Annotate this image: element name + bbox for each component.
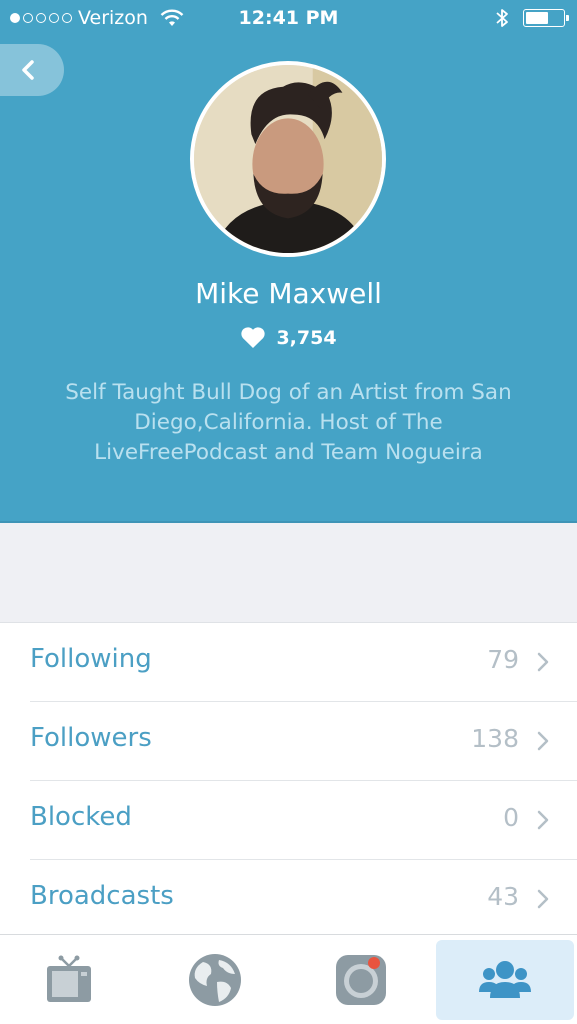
globe-icon <box>189 954 241 1006</box>
profile-photo <box>194 65 382 253</box>
stats-row-followers[interactable]: Followers 138 <box>30 702 577 781</box>
stats-row-label: Followers <box>30 723 152 753</box>
bluetooth-icon <box>496 9 508 27</box>
chevron-left-icon <box>22 60 34 80</box>
profile-name: Mike Maxwell <box>195 277 382 310</box>
profile-avatar <box>190 61 386 257</box>
tv-icon <box>47 955 91 1002</box>
chevron-right-icon <box>537 810 549 830</box>
status-time: 12:41 PM <box>238 7 339 29</box>
profile-bio: Self Taught Bull Dog of an Artist from S… <box>65 380 512 465</box>
status-bar: Verizon 12:41 PM <box>0 0 577 38</box>
profile-header: Verizon 12:41 PM Mike Maxwell 3,754 Self… <box>0 0 577 523</box>
camera-icon <box>336 955 386 1005</box>
stats-row-count: 79 <box>487 645 519 674</box>
chevron-right-icon <box>537 652 549 672</box>
tab-people[interactable] <box>436 940 574 1020</box>
stats-row-broadcasts[interactable]: Broadcasts 43 <box>30 860 577 939</box>
heart-icon <box>241 327 266 348</box>
stats-row-count: 43 <box>487 882 519 911</box>
chevron-right-icon <box>537 889 549 909</box>
stats-row-blocked[interactable]: Blocked 0 <box>30 781 577 860</box>
stats-row-following[interactable]: Following 79 <box>30 623 577 702</box>
tab-global[interactable] <box>146 940 284 1020</box>
tab-watch[interactable] <box>0 940 138 1020</box>
battery-icon <box>523 9 569 27</box>
stats-row-label: Broadcasts <box>30 881 174 911</box>
people-icon <box>479 961 531 998</box>
likes-count-row: 3,754 <box>0 326 577 349</box>
likes-count: 3,754 <box>276 326 337 349</box>
stats-row-label: Following <box>30 644 152 674</box>
tab-broadcast[interactable] <box>292 940 430 1020</box>
battery-fill <box>526 12 548 24</box>
stats-row-label: Blocked <box>30 802 132 832</box>
tab-bar <box>0 934 577 1024</box>
stats-row-count: 138 <box>471 724 519 753</box>
status-right <box>495 8 569 28</box>
profile-stats-list: Following 79 Followers 138 Blocked 0 Bro… <box>0 622 577 939</box>
back-button[interactable] <box>0 44 64 96</box>
chevron-right-icon <box>537 731 549 751</box>
stats-row-count: 0 <box>503 803 519 832</box>
